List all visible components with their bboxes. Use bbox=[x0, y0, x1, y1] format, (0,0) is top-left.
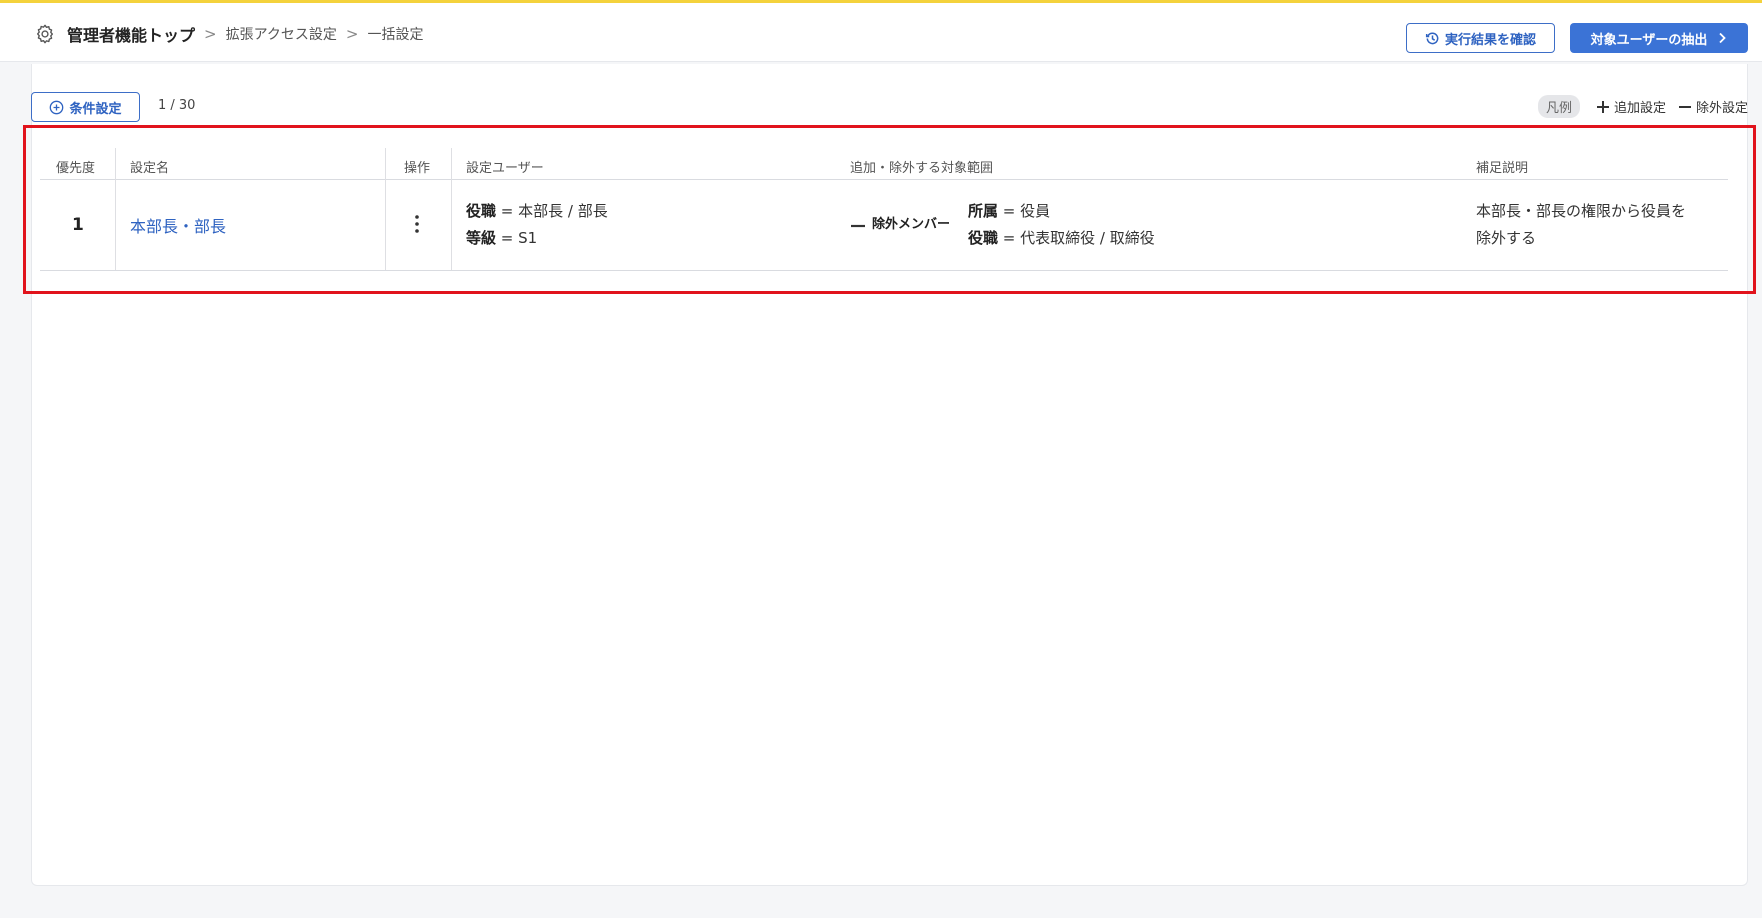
scope-type-label: 除外メンバー bbox=[872, 217, 951, 232]
breadcrumb-extended-access[interactable]: 拡張アクセス設定 bbox=[226, 24, 337, 44]
column-header-setting-users: 設定ユーザー bbox=[466, 161, 544, 176]
minus-icon bbox=[850, 218, 866, 230]
view-results-label: 実行結果を確認 bbox=[1444, 32, 1536, 48]
legend: 凡例 追加設定 除外設定 bbox=[1537, 95, 1748, 118]
condition-key: 役職 bbox=[466, 202, 497, 220]
condition-value: 代表取締役 / 取締役 bbox=[1020, 229, 1155, 247]
chevron-right-icon: > bbox=[204, 25, 217, 43]
user-condition: 役職 = 本部長 / 部長 bbox=[466, 202, 608, 220]
condition-value: S1 bbox=[518, 229, 538, 247]
chevron-right-icon bbox=[1719, 32, 1727, 44]
condition-key: 所属 bbox=[968, 202, 999, 220]
legend-add-label: 追加設定 bbox=[1613, 101, 1666, 116]
column-header-note: 補足説明 bbox=[1476, 161, 1529, 176]
condition-settings-label: 条件設定 bbox=[69, 101, 122, 117]
priority-value: 1 bbox=[72, 215, 84, 235]
user-condition: 等級 = S1 bbox=[466, 229, 538, 247]
history-icon bbox=[1425, 31, 1439, 44]
gear-icon[interactable] bbox=[34, 22, 58, 46]
note-line: 本部長・部長の権限から役員を bbox=[1476, 202, 1687, 220]
extract-users-button[interactable]: 対象ユーザーの抽出 bbox=[1570, 23, 1748, 53]
page: 管理者機能トップ > 拡張アクセス設定 > 一括設定 実行結果を確認 対象ユーザ… bbox=[0, 0, 1762, 918]
plus-circle-icon bbox=[50, 100, 64, 114]
record-count: 1 / 30 bbox=[158, 98, 196, 113]
plus-icon bbox=[1596, 100, 1609, 113]
extract-users-label: 対象ユーザーの抽出 bbox=[1590, 32, 1708, 48]
legend-label: 凡例 bbox=[1537, 95, 1580, 118]
scope-condition: 役職 = 代表取締役 / 取締役 bbox=[968, 229, 1155, 247]
setting-users: 役職 = 本部長 / 部長 等級 = S1 bbox=[466, 198, 608, 252]
breadcrumb-current: 一括設定 bbox=[367, 27, 424, 43]
condition-key: 役職 bbox=[968, 229, 999, 247]
column-header-priority: 優先度 bbox=[56, 161, 96, 176]
note-text: 本部長・部長の権限から役員を 除外する bbox=[1476, 198, 1686, 252]
setting-name-link[interactable]: 本部長・部長 bbox=[130, 213, 226, 237]
legend-exclude-label: 除外設定 bbox=[1695, 101, 1748, 116]
legend-add: 追加設定 bbox=[1596, 97, 1666, 116]
top-bar: 管理者機能トップ > 拡張アクセス設定 > 一括設定 実行結果を確認 対象ユーザ… bbox=[0, 0, 1762, 62]
chevron-right-icon: > bbox=[345, 25, 359, 43]
column-header-scope: 追加・除外する対象範囲 bbox=[850, 161, 994, 176]
target-scope: 所属 = 役員 役職 = 代表取締役 / 取締役 bbox=[968, 198, 1155, 252]
condition-key: 等級 bbox=[466, 229, 497, 247]
condition-settings-button[interactable]: 条件設定 bbox=[31, 92, 140, 122]
minus-icon bbox=[1678, 105, 1691, 108]
note-line: 除外する bbox=[1476, 229, 1537, 247]
condition-value: 本部長 / 部長 bbox=[518, 202, 608, 220]
condition-value: 役員 bbox=[1020, 202, 1051, 220]
view-results-button[interactable]: 実行結果を確認 bbox=[1406, 23, 1555, 53]
column-header-setting-name: 設定名 bbox=[130, 161, 170, 176]
table-row[interactable]: 1 本部長・部長 役職 = 本部長 / 部長 等級 = S1 除外メンバー 所属… bbox=[40, 181, 1728, 271]
table-header: 優先度 設定名 操作 設定ユーザー 追加・除外する対象範囲 補足説明 bbox=[40, 148, 1728, 180]
column-header-action: 操作 bbox=[404, 161, 431, 176]
breadcrumb: 管理者機能トップ > 拡張アクセス設定 > 一括設定 bbox=[34, 21, 423, 47]
kebab-menu-icon[interactable] bbox=[406, 211, 428, 237]
legend-exclude: 除外設定 bbox=[1678, 97, 1748, 116]
scope-condition: 所属 = 役員 bbox=[968, 202, 1051, 220]
breadcrumb-top-link[interactable]: 管理者機能トップ bbox=[67, 22, 195, 46]
